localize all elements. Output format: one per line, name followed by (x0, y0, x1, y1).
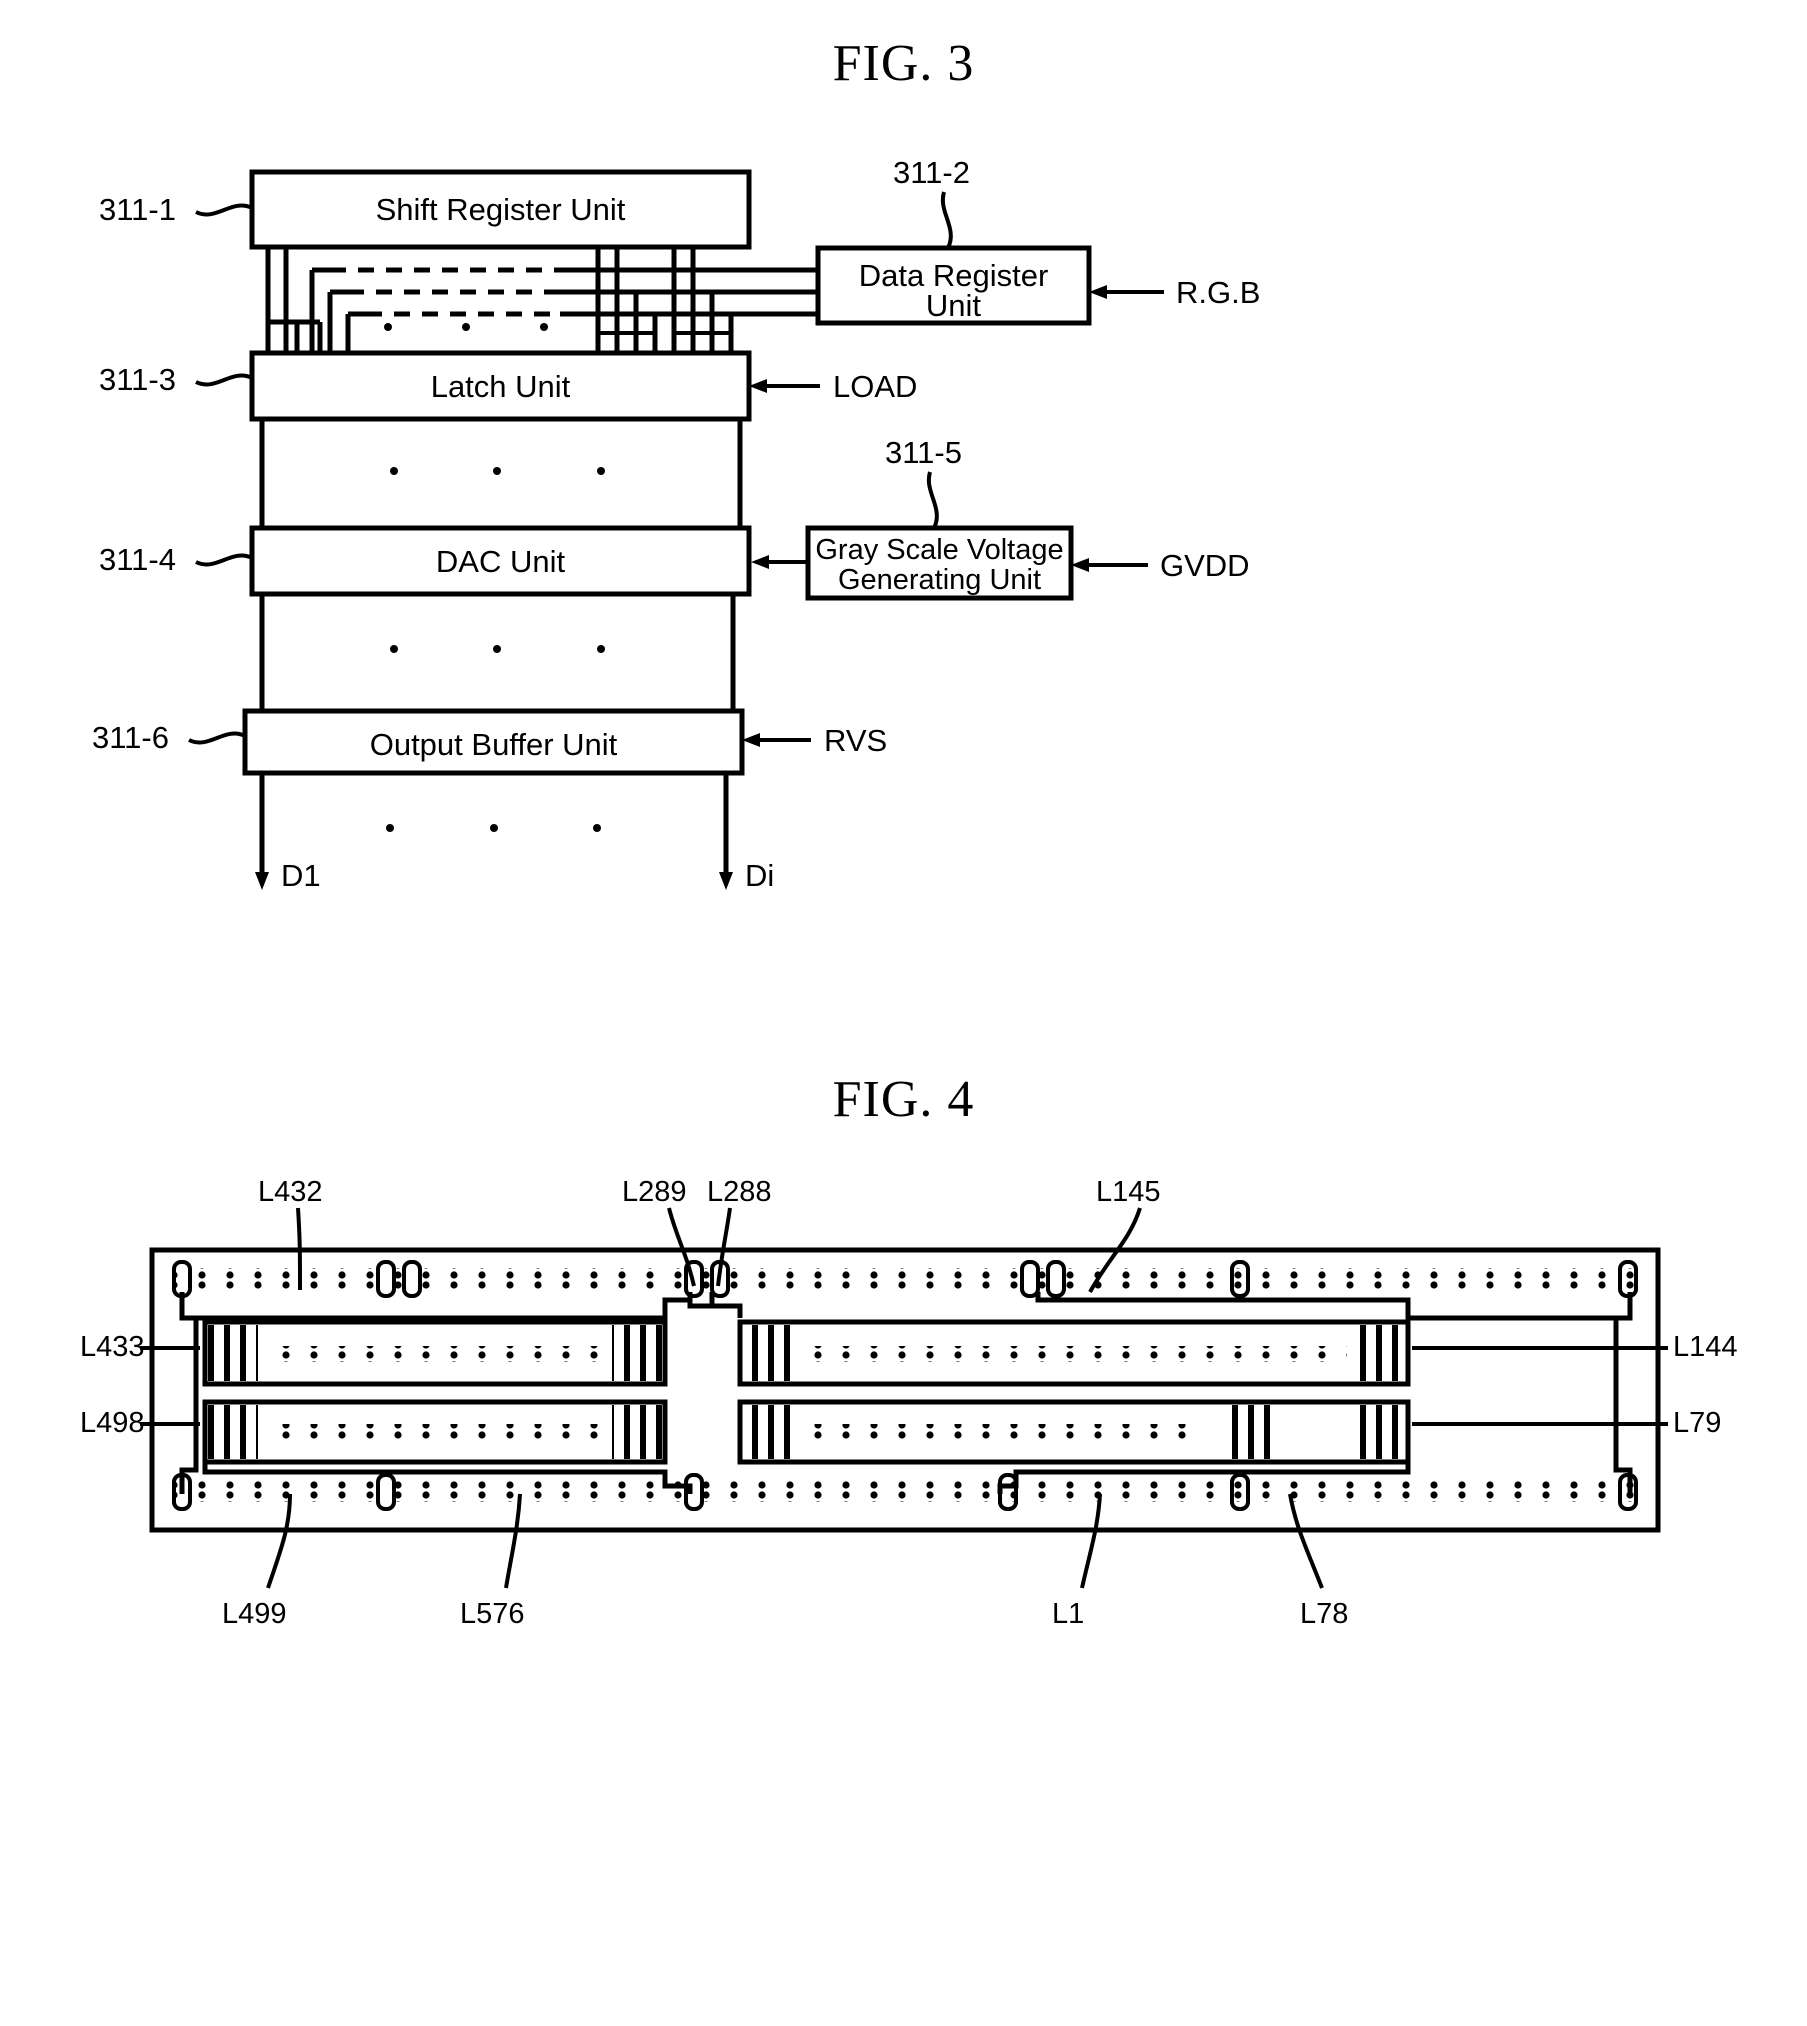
line-label-L432: L432 (258, 1176, 323, 1208)
line-label-L288: L288 (707, 1176, 772, 1208)
data-register-label-line2: Unit (925, 288, 982, 323)
ref-311-5: 311-5 (885, 435, 962, 470)
ellipsis-dots-dac-ob (390, 645, 605, 653)
shift-register-label: Shift Register Unit (375, 192, 626, 227)
line-label-L79: L79 (1673, 1407, 1722, 1439)
trace-left-outer (179, 1292, 199, 1494)
line-label-L1: L1 (1052, 1598, 1085, 1630)
leader-311-2 (940, 191, 953, 249)
line-label-L499: L499 (222, 1598, 287, 1630)
figure-3-drawing (188, 169, 1164, 890)
ref-311-1: 311-1 (99, 192, 176, 227)
leader-L576 (504, 1493, 522, 1589)
leader-L1 (1080, 1493, 1102, 1589)
arrow-di (719, 872, 733, 890)
line-label-L144: L144 (1673, 1331, 1738, 1363)
figure-4-drawing (140, 1207, 1668, 1589)
signal-label-gvdd: GVDD (1160, 548, 1250, 583)
comb-upper-right-start (743, 1325, 793, 1381)
leader-311-1 (195, 203, 253, 217)
ref-311-4: 311-4 (99, 542, 176, 577)
line-label-L289: L289 (622, 1176, 687, 1208)
line-label-L433: L433 (80, 1331, 145, 1363)
comb-lower-right-end (1222, 1405, 1272, 1459)
signal-label-load: LOAD (833, 369, 918, 404)
arrow-load (749, 379, 767, 393)
output-label-d1: D1 (281, 858, 321, 893)
leader-L499 (266, 1493, 292, 1589)
leader-L78 (1288, 1493, 1324, 1589)
arrow-rvs (742, 733, 760, 747)
comb-upper-right-end (1355, 1325, 1405, 1381)
ellipsis-dots-sr-latch (384, 323, 548, 331)
ellipsis-dots-latch-dac (390, 467, 605, 475)
line-label-L145: L145 (1096, 1176, 1161, 1208)
gray-scale-label-line2: Generating Unit (837, 564, 1042, 596)
leader-311-3 (195, 373, 253, 387)
line-label-L498: L498 (80, 1407, 145, 1439)
comb-lower-right-start (743, 1405, 793, 1459)
dac-label: DAC Unit (435, 544, 566, 579)
comb-lower-left-end (612, 1405, 662, 1459)
arrow-rgb (1089, 285, 1107, 299)
comb-lower-left-start (208, 1405, 258, 1459)
output-buffer-label: Output Buffer Unit (369, 727, 618, 762)
signal-label-rgb: R.G.B (1176, 275, 1261, 310)
leader-311-4 (195, 553, 253, 567)
ref-311-6: 311-6 (92, 720, 169, 755)
gray-scale-label-line1: Gray Scale Voltage (815, 534, 1064, 566)
leader-311-5 (926, 471, 939, 529)
trace-right-outer (1613, 1292, 1633, 1494)
leader-311-6 (188, 731, 246, 745)
line-label-L576: L576 (460, 1598, 525, 1630)
ref-311-2: 311-2 (893, 155, 970, 190)
comb-upper-left-end (612, 1325, 662, 1381)
arrow-gvdd (1071, 558, 1089, 572)
leader-L432 (296, 1207, 302, 1291)
signal-label-rvs: RVS (824, 723, 888, 758)
ref-311-3: 311-3 (99, 362, 176, 397)
arrow-grayscale-dac (751, 555, 769, 569)
ellipsis-dots-outputs (386, 824, 601, 832)
comb-upper-left-start (208, 1325, 258, 1381)
line-label-L78: L78 (1300, 1598, 1349, 1630)
trace-upper-right-top (1035, 1292, 1616, 1321)
trace-center-right (712, 1303, 743, 1318)
latch-label: Latch Unit (430, 369, 571, 404)
output-label-di: Di (745, 858, 775, 893)
trace-upper-left-top (196, 1292, 693, 1321)
arrow-d1 (255, 872, 269, 890)
